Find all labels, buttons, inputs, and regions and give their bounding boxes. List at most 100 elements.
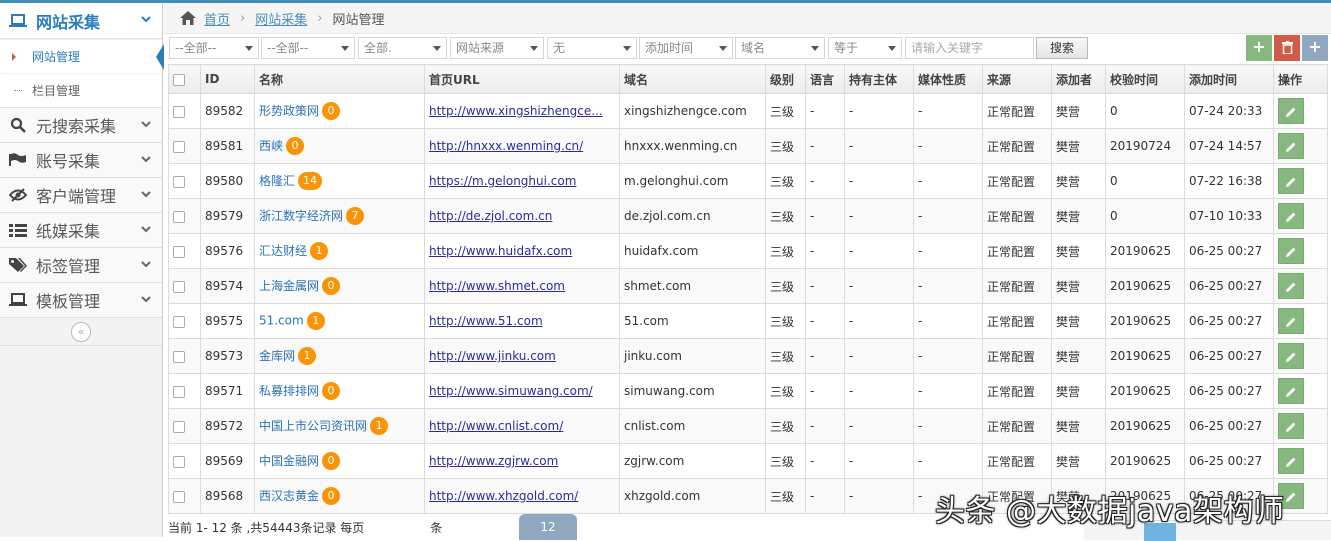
edit-button[interactable]: [1278, 238, 1304, 264]
owner-cell: -: [844, 268, 914, 304]
page-size-select[interactable]: 12: [519, 514, 577, 540]
breadcrumb: 首页 › 网站采集 › 网站管理: [164, 3, 1331, 34]
col-header[interactable]: 名称: [254, 64, 425, 94]
filter-operator-select[interactable]: 等于: [828, 37, 902, 59]
edit-button[interactable]: [1278, 448, 1304, 474]
sidebar-item-account-collect[interactable]: 账号采集: [0, 143, 162, 178]
site-name-link[interactable]: 格隆汇: [259, 174, 295, 188]
collapse-sidebar-button[interactable]: «: [71, 321, 91, 342]
homepage-url-link[interactable]: http://www.cnlist.com/: [429, 419, 563, 433]
edit-button[interactable]: [1278, 413, 1304, 439]
row-checkbox[interactable]: [173, 350, 185, 363]
col-header[interactable]: 域名: [619, 64, 766, 94]
filter-time-select[interactable]: 添加时间: [639, 37, 733, 59]
site-name-link[interactable]: 西汉志黄金: [259, 489, 319, 503]
homepage-url-link[interactable]: http://de.zjol.com.cn: [429, 209, 552, 223]
row-checkbox[interactable]: [173, 420, 185, 433]
edit-button[interactable]: [1278, 203, 1304, 229]
col-header[interactable]: 校验时间: [1105, 64, 1185, 94]
filter-field-select[interactable]: 域名: [735, 37, 825, 59]
col-header[interactable]: 首页URL: [424, 64, 620, 94]
edit-button[interactable]: [1278, 273, 1304, 299]
homepage-url-link[interactable]: http://hnxxx.wenming.cn/: [429, 139, 583, 153]
keyword-input[interactable]: [905, 37, 1034, 59]
edit-button[interactable]: [1278, 308, 1304, 334]
sidebar-subitem-column-manage[interactable]: 栏目管理: [0, 73, 162, 107]
site-name-link[interactable]: 汇达财经: [259, 244, 307, 258]
name-cell: 金库网 1: [254, 338, 425, 374]
domain-cell: hnxxx.wenming.cn: [619, 128, 766, 164]
homepage-url-link[interactable]: http://www.shmet.com: [429, 279, 565, 293]
sidebar-item-paper-collect[interactable]: 纸媒采集: [0, 213, 162, 248]
row-checkbox[interactable]: [173, 140, 185, 153]
sidebar-item-meta-search[interactable]: 元搜索采集: [0, 108, 162, 143]
site-name-link[interactable]: 51.com: [259, 314, 304, 328]
homepage-url-link[interactable]: http://www.zgjrw.com: [429, 454, 558, 468]
filter-select-3[interactable]: 全部.: [358, 37, 447, 59]
site-name-link[interactable]: 上海金属网: [259, 279, 319, 293]
breadcrumb-section[interactable]: 网站采集: [255, 9, 307, 28]
row-checkbox[interactable]: [173, 105, 185, 118]
filter-source-select[interactable]: 网站来源: [450, 37, 544, 59]
id-cell: 89579: [200, 198, 255, 234]
edit-button[interactable]: [1278, 168, 1304, 194]
breadcrumb-home[interactable]: 首页: [204, 9, 230, 28]
site-name-link[interactable]: 金库网: [259, 349, 295, 363]
select-all-checkbox[interactable]: [173, 73, 185, 86]
sidebar-item-website-collect[interactable]: 网站采集: [0, 3, 162, 39]
media-type-cell: -: [913, 408, 983, 444]
filter-select-2[interactable]: --全部--: [261, 37, 355, 59]
site-name-link[interactable]: 中国金融网: [259, 454, 319, 468]
col-header[interactable]: 来源: [982, 64, 1052, 94]
homepage-url-link[interactable]: http://www.xingshizhengce...: [429, 104, 603, 118]
homepage-url-link[interactable]: https://m.gelonghui.com: [429, 174, 576, 188]
edit-button[interactable]: [1278, 98, 1304, 124]
language-cell: -: [805, 198, 845, 234]
filter-select-1[interactable]: --全部--: [169, 37, 259, 59]
more-add-button[interactable]: +: [1302, 35, 1328, 61]
row-checkbox[interactable]: [173, 455, 185, 468]
row-checkbox[interactable]: [173, 490, 185, 503]
col-header[interactable]: 添加时间: [1184, 64, 1274, 94]
add-button[interactable]: +: [1246, 35, 1272, 61]
chevron-down-icon: [140, 118, 152, 133]
col-header[interactable]: ID: [200, 64, 255, 94]
edit-button[interactable]: [1278, 378, 1304, 404]
site-name-link[interactable]: 浙江数字经济网: [259, 209, 343, 223]
homepage-url-link[interactable]: http://www.simuwang.com/: [429, 384, 593, 398]
sidebar-item-client-manage[interactable]: 客户端管理: [0, 178, 162, 213]
delete-button[interactable]: [1274, 35, 1300, 61]
action-cell: [1273, 93, 1328, 129]
owner-cell: -: [844, 233, 914, 269]
site-name-link[interactable]: 形势政策网: [259, 104, 319, 118]
row-checkbox[interactable]: [173, 175, 185, 188]
homepage-url-link[interactable]: http://www.51.com: [429, 314, 543, 328]
row-checkbox[interactable]: [173, 210, 185, 223]
filter-select-5[interactable]: 无: [547, 37, 637, 59]
homepage-url-link[interactable]: http://www.huidafx.com: [429, 244, 572, 258]
row-checkbox[interactable]: [173, 245, 185, 258]
edit-button[interactable]: [1278, 133, 1304, 159]
site-name-link[interactable]: 西峡: [259, 139, 283, 153]
name-cell: 私募排排网 0: [254, 373, 425, 409]
site-name-link[interactable]: 中国上市公司资讯网: [259, 419, 367, 433]
sidebar-item-template-manage[interactable]: 模板管理: [0, 283, 162, 318]
homepage-url-link[interactable]: http://www.jinku.com: [429, 349, 556, 363]
row-checkbox[interactable]: [173, 315, 185, 328]
search-button[interactable]: 搜索: [1036, 37, 1088, 59]
homepage-url-link[interactable]: http://www.xhzgold.com/: [429, 489, 578, 503]
id-cell: 89580: [200, 163, 255, 199]
row-checkbox[interactable]: [173, 385, 185, 398]
col-header[interactable]: 添加者: [1051, 64, 1106, 94]
row-checkbox[interactable]: [173, 280, 185, 293]
sidebar-subitem-site-manage[interactable]: 网站管理: [0, 39, 164, 73]
col-header[interactable]: 语言: [805, 64, 845, 94]
site-name-link[interactable]: 私募排排网: [259, 384, 319, 398]
col-header[interactable]: 持有主体: [844, 64, 914, 94]
col-header[interactable]: 媒体性质: [913, 64, 983, 94]
sidebar-item-tag-manage[interactable]: 标签管理: [0, 248, 162, 283]
col-header[interactable]: 级别: [765, 64, 806, 94]
edit-button[interactable]: [1278, 343, 1304, 369]
select-all-header: [168, 64, 201, 94]
count-badge: 0: [322, 487, 341, 506]
